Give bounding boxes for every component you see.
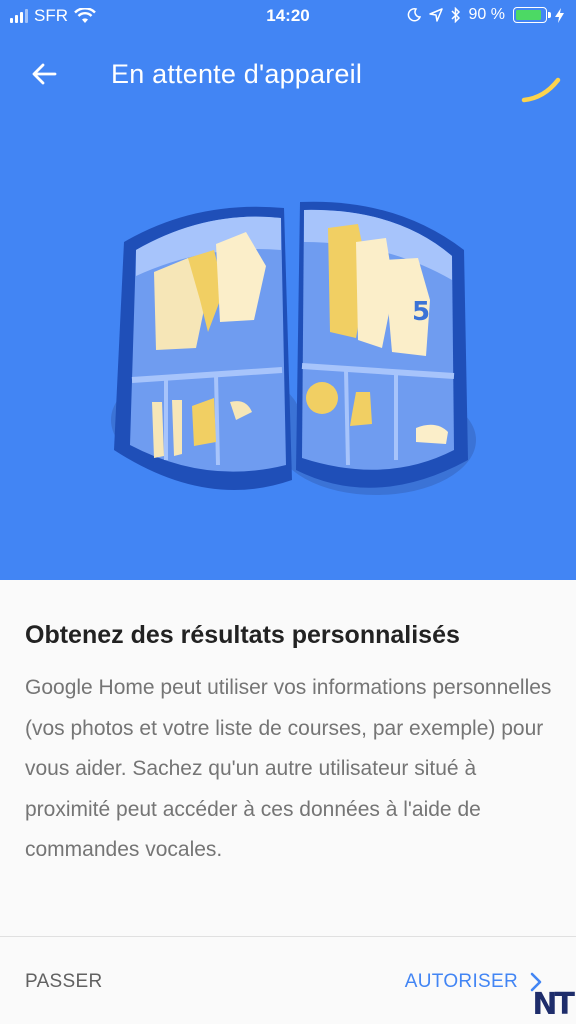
wardrobe-illustration: 5 <box>111 201 476 495</box>
page-title: En attente d'appareil <box>111 59 363 89</box>
skip-button-label: PASSER <box>25 971 103 992</box>
content-heading: Obtenez des résultats personnalisés <box>25 621 460 649</box>
content-body: Google Home peut utiliser vos informatio… <box>25 676 552 861</box>
svg-text:5: 5 <box>412 297 430 327</box>
location-arrow-icon <box>428 8 443 22</box>
status-bar: SFR 14:20 90 % <box>0 0 576 32</box>
bluetooth-icon <box>451 7 460 23</box>
battery-percentage: 90 % <box>468 6 505 23</box>
actions-divider <box>0 936 576 937</box>
loading-spinner-icon <box>521 77 561 103</box>
allow-button-label: AUTORISER <box>404 971 518 992</box>
moon-icon <box>407 8 421 22</box>
back-button[interactable] <box>24 54 64 94</box>
skip-button[interactable]: PASSER <box>25 960 102 1004</box>
allow-button[interactable]: AUTORISER <box>405 960 542 1004</box>
status-right: 90 % <box>407 6 564 24</box>
charging-bolt-icon <box>555 7 564 23</box>
arrow-back-icon <box>32 63 57 85</box>
battery-icon <box>513 7 551 23</box>
watermark-logo: NT <box>532 987 575 1022</box>
